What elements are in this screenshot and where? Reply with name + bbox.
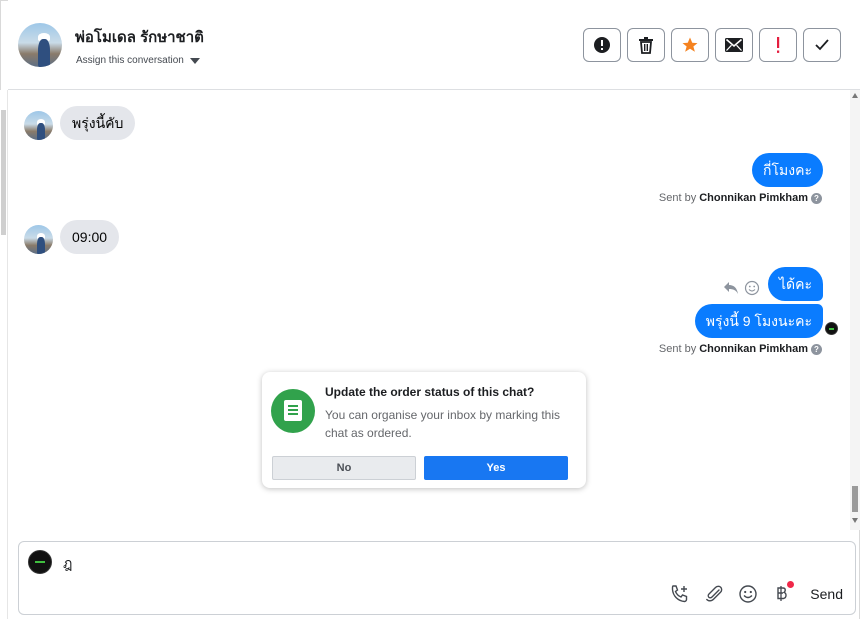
exclamation-icon: [777, 37, 780, 53]
incoming-message[interactable]: 09:00: [60, 220, 120, 254]
assign-conversation-dropdown[interactable]: Assign this conversation: [76, 55, 200, 66]
prompt-title: Update the order status of this chat?: [325, 385, 535, 399]
incoming-message[interactable]: พรุ่งนี้คับ: [60, 106, 136, 140]
message-hover-actions: [723, 280, 760, 296]
sent-by-label: Sent by Chonnikan Pimkham ?: [659, 343, 822, 355]
emoji-reaction-icon[interactable]: [744, 280, 760, 296]
left-panel-scrollbar[interactable]: [0, 90, 8, 619]
caret-down-icon: [189, 57, 200, 64]
follow-up-button[interactable]: [671, 28, 709, 62]
scroll-up-arrow-icon[interactable]: [852, 93, 858, 98]
emoji-icon: [739, 585, 757, 603]
attach-button[interactable]: [704, 584, 724, 604]
emoji-button[interactable]: [738, 584, 758, 604]
mark-spam-button[interactable]: [583, 28, 621, 62]
flag-button[interactable]: [759, 28, 797, 62]
notification-dot: [787, 581, 795, 588]
delete-button[interactable]: [627, 28, 665, 62]
envelope-icon: [725, 38, 743, 52]
order-status-prompt: Update the order status of this chat? Yo…: [262, 372, 586, 488]
receipt-icon: [271, 389, 315, 433]
sender-avatar[interactable]: [24, 111, 53, 140]
help-icon[interactable]: ?: [811, 343, 822, 355]
contact-avatar[interactable]: [18, 23, 62, 67]
outgoing-message[interactable]: กี่โมงคะ: [752, 153, 823, 187]
trash-icon: [639, 37, 653, 54]
paperclip-icon: [706, 585, 723, 602]
sent-by-label: Sent by Chonnikan Pimkham ?: [659, 192, 822, 204]
assign-label: Assign this conversation: [76, 55, 184, 66]
outgoing-message[interactable]: ได้คะ: [767, 267, 823, 301]
star-icon: [682, 37, 698, 52]
send-button[interactable]: Send: [810, 586, 843, 602]
thread-scrollbar[interactable]: [850, 90, 860, 530]
yes-button[interactable]: Yes: [424, 456, 568, 480]
reply-icon[interactable]: [723, 281, 739, 295]
mark-done-button[interactable]: [803, 28, 841, 62]
contact-name[interactable]: พ่อโมเดล รักษาชาติ: [75, 25, 204, 49]
sender-name: Chonnikan Pimkham: [699, 192, 808, 204]
sender-avatar[interactable]: [24, 225, 53, 254]
page-avatar: [28, 550, 52, 574]
message-input[interactable]: [61, 553, 761, 575]
outgoing-message[interactable]: พรุ่งนี้ 9 โมงนะคะ: [694, 304, 823, 338]
seen-avatar: [825, 322, 838, 335]
message-composer: Send: [18, 541, 856, 615]
left-scroll-thumb[interactable]: [1, 110, 6, 235]
call-add-button[interactable]: [670, 584, 690, 604]
conversation-header: พ่อโมเดล รักษาชาติ Assign this conversat…: [8, 0, 860, 90]
prompt-description: You can organise your inbox by marking t…: [325, 408, 561, 440]
composer-tools: Send: [670, 581, 843, 604]
checkmark-icon: [815, 39, 829, 51]
sender-name: Chonnikan Pimkham: [699, 343, 808, 355]
scroll-down-arrow-icon[interactable]: [852, 518, 858, 523]
call-add-icon: [672, 585, 688, 603]
payment-button[interactable]: [772, 581, 795, 604]
exclamation-circle-icon: [594, 37, 610, 53]
no-button[interactable]: No: [272, 456, 416, 480]
header-actions: [583, 28, 841, 62]
mark-unread-button[interactable]: [715, 28, 753, 62]
scroll-thumb[interactable]: [852, 486, 858, 512]
help-icon[interactable]: ?: [811, 192, 822, 204]
